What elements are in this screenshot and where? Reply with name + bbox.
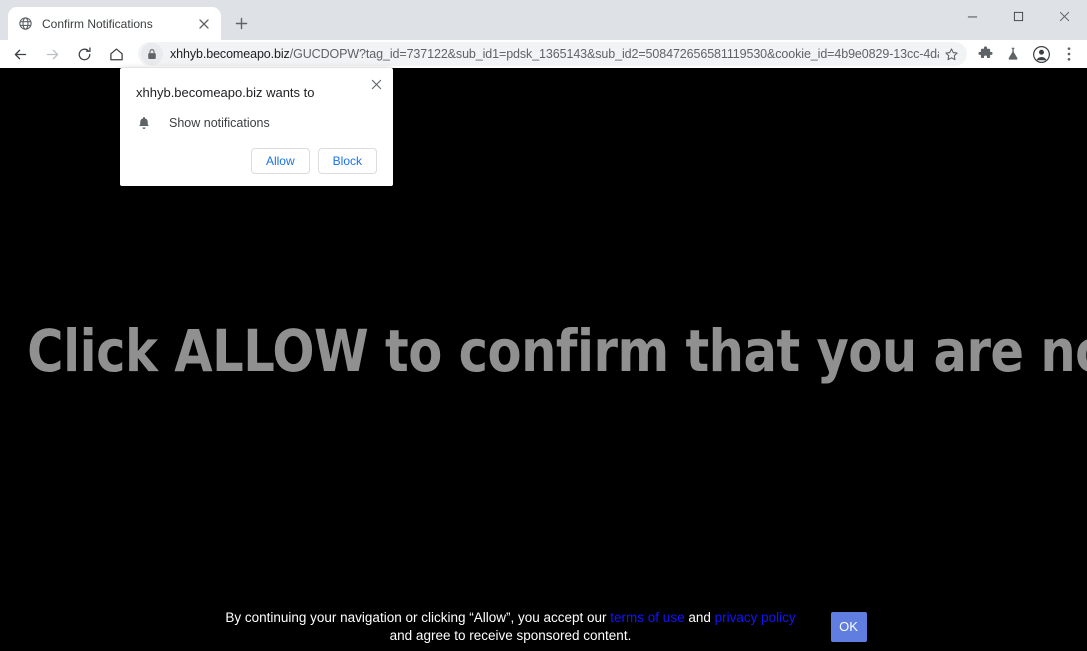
window-controls [949,0,1087,32]
maximize-icon[interactable] [995,0,1041,32]
allow-button[interactable]: Allow [250,148,310,174]
bookmark-star-icon[interactable] [939,42,963,66]
tabstrip-left-padding [0,0,8,40]
consent-mid: and [684,610,715,625]
consent-text: By continuing your navigation or clickin… [221,609,801,645]
page-headline: Click ALLOW to confirm that you are not … [27,317,1087,385]
experiments-flask-icon[interactable] [1000,41,1026,67]
url-host: xhhyb.becomeapo.biz [170,47,290,61]
chrome-menu-icon[interactable] [1056,41,1082,67]
extensions-icon[interactable] [972,41,998,67]
url-path: /GUCDOPW?tag_id=737122&sub_id1=pdsk_1365… [289,47,939,61]
globe-icon [17,16,33,32]
consent-tail: and agree to receive sponsored content. [389,628,632,643]
profile-avatar-icon[interactable] [1028,41,1054,67]
lock-icon[interactable] [141,43,163,65]
address-bar[interactable]: xhhyb.becomeapo.biz/GUCDOPW?tag_id=73712… [138,42,967,66]
permission-dialog-title: xhhyb.becomeapo.biz wants to [136,85,315,100]
permission-dialog-actions: Allow Block [136,148,377,174]
home-button[interactable] [102,40,130,68]
browser-window: Confirm Notifications xhhyb.becomeapo.bi… [0,0,1087,651]
privacy-policy-link[interactable]: privacy policy [715,610,796,625]
back-button[interactable] [6,40,34,68]
minimize-icon[interactable] [949,0,995,32]
consent-lead: By continuing your navigation or clickin… [225,610,611,625]
block-button[interactable]: Block [317,148,377,174]
bell-icon [136,115,152,131]
tab-title: Confirm Notifications [42,16,153,31]
url-text: xhhyb.becomeapo.biz/GUCDOPW?tag_id=73712… [170,42,939,66]
browser-tab[interactable]: Confirm Notifications [8,7,221,40]
tab-strip: Confirm Notifications [0,0,1087,40]
notification-permission-dialog: xhhyb.becomeapo.biz wants to Show notifi… [120,68,393,186]
consent-bar: By continuing your navigation or clickin… [0,609,1087,645]
permission-row-label: Show notifications [169,116,270,130]
close-icon[interactable] [196,16,212,32]
browser-toolbar: xhhyb.becomeapo.biz/GUCDOPW?tag_id=73712… [0,40,1087,68]
new-tab-button[interactable] [227,9,255,37]
terms-of-use-link[interactable]: terms of use [610,610,684,625]
reload-button[interactable] [70,40,98,68]
forward-button[interactable] [38,40,66,68]
close-icon[interactable] [366,74,386,94]
permission-row: Show notifications [136,115,377,131]
close-icon[interactable] [1041,0,1087,32]
consent-ok-button[interactable]: OK [830,612,867,642]
